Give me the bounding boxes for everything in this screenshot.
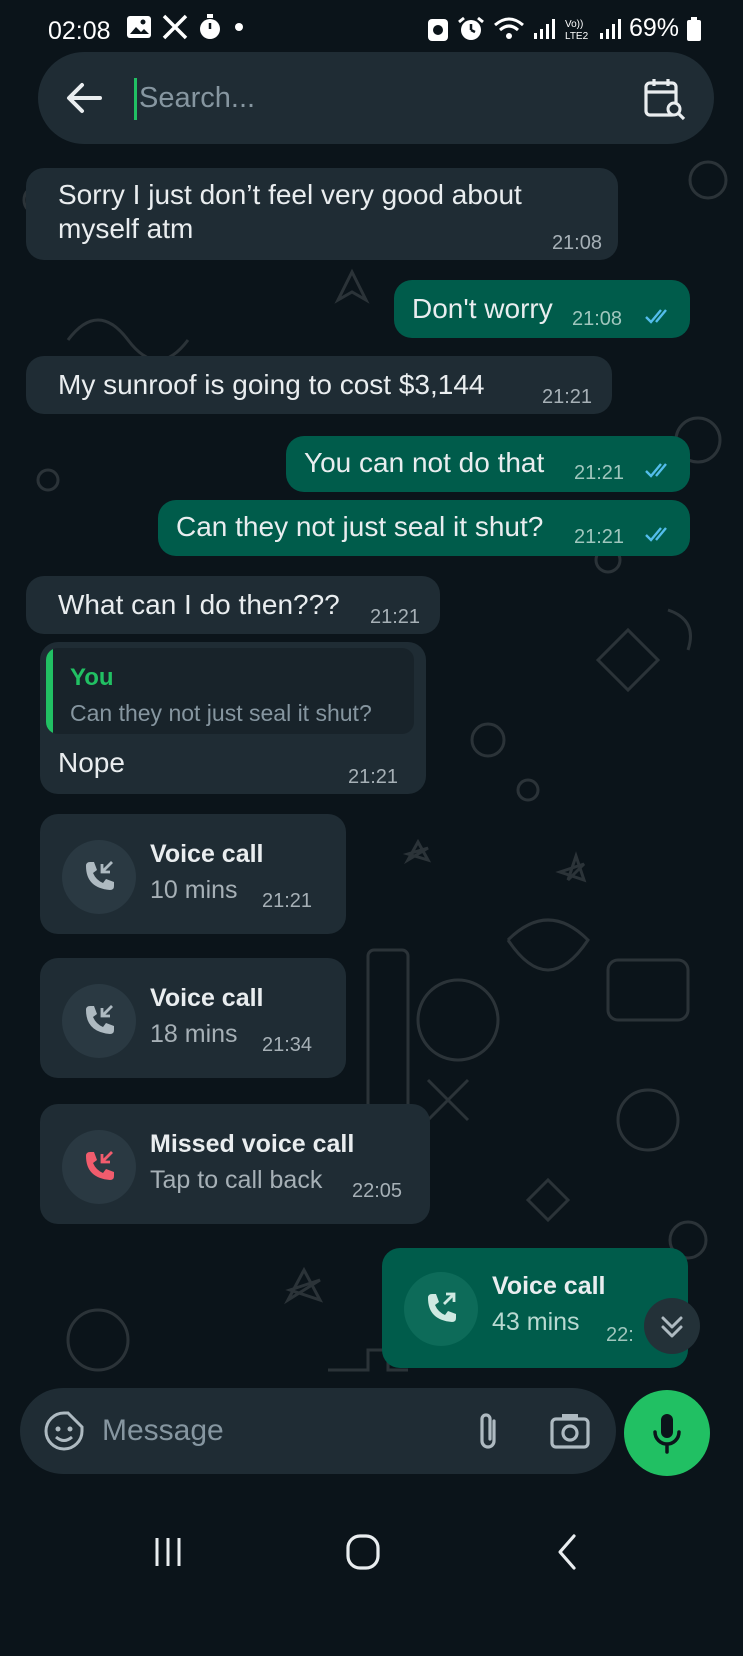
message-input[interactable] <box>102 1406 432 1456</box>
call-icon-circle <box>62 984 136 1058</box>
microphone-icon <box>653 1414 681 1454</box>
call-icon-circle <box>404 1272 478 1346</box>
home-icon[interactable] <box>342 1530 386 1574</box>
search-bar <box>38 52 714 144</box>
search-input[interactable] <box>139 74 579 122</box>
call-title: Missed voice call <box>150 1130 355 1158</box>
message-bubble-incoming[interactable]: What can I do then??? 21:21 <box>26 576 440 634</box>
incoming-call-icon <box>86 861 114 890</box>
volte-icon: Vo))LTE2 <box>565 19 589 42</box>
message-time: 21:21 <box>348 766 399 788</box>
quote-accent-bar <box>46 648 53 734</box>
battery-percent: 69% <box>628 14 679 42</box>
status-icons-right: Vo)) LTE2 69% <box>427 14 701 43</box>
incoming-call-icon <box>86 1005 114 1034</box>
message-time: 21:21 <box>262 890 313 912</box>
call-icon-circle <box>62 1130 136 1204</box>
message-time: 21:21 <box>574 526 625 548</box>
message-text: Don't worry <box>412 293 553 324</box>
battery-saver-icon <box>427 18 448 41</box>
message-time: 21:08 <box>572 308 623 330</box>
message-text: My sunroof is going to cost $3,144 <box>58 369 485 400</box>
message-text: Can they not just seal it shut? <box>176 511 544 542</box>
quoted-message[interactable]: You Can they not just seal it shut? <box>46 648 414 734</box>
calendar-search-icon[interactable] <box>640 74 688 122</box>
call-duration: 10 mins <box>150 876 238 904</box>
sticker-emoji-icon[interactable] <box>42 1409 86 1453</box>
call-title: Voice call <box>492 1272 606 1300</box>
recent-apps-icon[interactable] <box>148 1532 188 1572</box>
call-title: Voice call <box>150 984 264 1012</box>
message-bubble-outgoing[interactable]: You can not do that 21:21 <box>286 436 690 492</box>
signal-icon-2 <box>599 18 621 39</box>
quote-text: Can they not just seal it shut? <box>70 700 372 726</box>
gallery-icon <box>127 16 151 38</box>
call-duration: 43 mins <box>492 1308 580 1336</box>
message-bubble-outgoing[interactable]: Can they not just seal it shut? 21:21 <box>158 500 690 556</box>
call-bubble-outgoing[interactable]: Voice call 43 mins 22: <box>382 1248 688 1368</box>
double-check-icon <box>645 309 667 324</box>
message-compose-bar <box>20 1388 616 1474</box>
message-time: 22:05 <box>352 1180 403 1202</box>
message-time: 21:21 <box>370 606 421 628</box>
system-navigation-bar <box>8 1480 735 1656</box>
call-back-hint: Tap to call back <box>150 1166 323 1194</box>
timer-icon <box>200 14 220 39</box>
voice-record-button[interactable] <box>624 1390 710 1476</box>
message-time: 22: <box>606 1324 634 1346</box>
call-bubble[interactable]: Voice call 10 mins 21:21 <box>40 814 346 934</box>
back-arrow-icon[interactable] <box>60 74 108 122</box>
message-time: 21:08 <box>551 232 602 254</box>
double-chevron-down-icon <box>661 1316 683 1338</box>
message-bubble-reply[interactable]: You Can they not just seal it shut? Nope… <box>40 642 426 794</box>
message-text: What can I do then??? <box>58 589 340 620</box>
message-bubble-incoming[interactable]: My sunroof is going to cost $3,144 21:21 <box>26 356 612 414</box>
scroll-to-bottom-button[interactable] <box>644 1298 700 1354</box>
outgoing-call-icon <box>428 1292 456 1322</box>
alarm-icon <box>458 16 484 40</box>
missed-call-bubble[interactable]: Missed voice call Tap to call back 22:05 <box>40 1104 430 1224</box>
status-icons-left <box>126 14 246 40</box>
message-time: 21:21 <box>542 386 593 408</box>
back-nav-icon[interactable] <box>548 1532 588 1572</box>
battery-icon <box>687 16 701 41</box>
signal-icon <box>533 18 555 39</box>
message-bubble-incoming[interactable]: Sorry I just don’t feel very good about … <box>26 168 618 260</box>
status-time: 02:08 <box>48 17 111 45</box>
call-bubble[interactable]: Voice call 18 mins 21:34 <box>40 958 346 1078</box>
double-check-icon <box>645 527 667 542</box>
message-text: You can not do that <box>304 447 545 478</box>
message-text: Sorry I just don’t feel very good about … <box>58 179 522 244</box>
message-time: 21:21 <box>574 462 625 484</box>
search-caret <box>134 78 137 120</box>
x-logo-icon <box>162 14 188 40</box>
wifi-icon <box>493 17 524 39</box>
dot-icon <box>235 23 243 31</box>
svg-text:Vo)): Vo)) <box>565 19 583 30</box>
message-time: 21:34 <box>262 1034 313 1056</box>
call-duration: 18 mins <box>150 1020 238 1048</box>
quote-author: You <box>70 664 114 691</box>
attach-paperclip-icon[interactable] <box>470 1409 506 1453</box>
message-text: Nope <box>58 747 125 778</box>
svg-text:LTE2: LTE2 <box>565 31 589 42</box>
camera-icon[interactable] <box>548 1409 592 1453</box>
call-icon-circle <box>62 840 136 914</box>
call-title: Voice call <box>150 840 264 868</box>
missed-call-icon <box>86 1151 114 1180</box>
double-check-icon <box>645 463 667 478</box>
chat-screen: 02:08 Vo))LTE2 69% Sorry I just don’t fe… <box>8 0 735 1656</box>
status-bar: 02:08 Vo)) LTE2 69% <box>8 0 735 58</box>
message-bubble-outgoing[interactable]: Don't worry 21:08 <box>394 280 690 338</box>
